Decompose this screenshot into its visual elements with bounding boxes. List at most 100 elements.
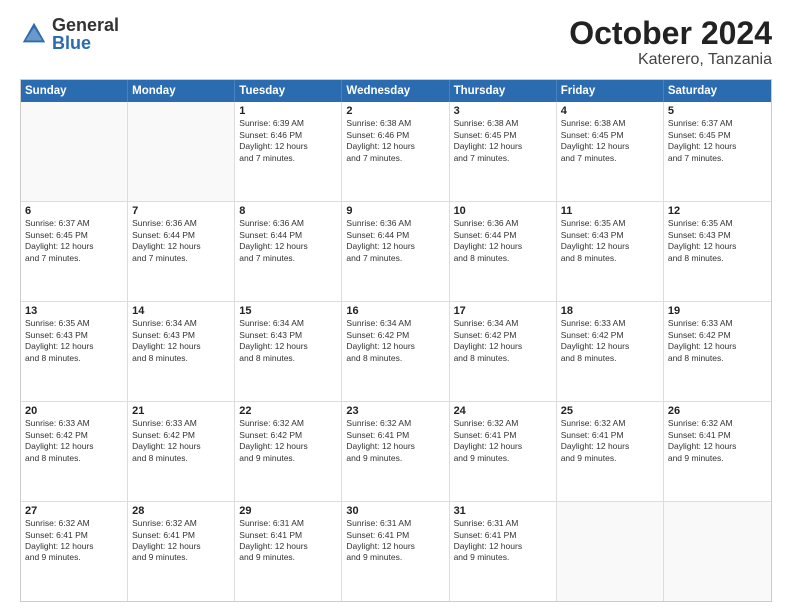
day-info: Sunrise: 6:32 AM Sunset: 6:41 PM Dayligh… [454,418,552,464]
day-cell-24: 24Sunrise: 6:32 AM Sunset: 6:41 PM Dayli… [450,402,557,501]
day-cell-30: 30Sunrise: 6:31 AM Sunset: 6:41 PM Dayli… [342,502,449,601]
day-info: Sunrise: 6:32 AM Sunset: 6:41 PM Dayligh… [132,518,230,564]
calendar-row-2: 6Sunrise: 6:37 AM Sunset: 6:45 PM Daylig… [21,202,771,302]
day-number: 19 [668,305,767,317]
day-cell-23: 23Sunrise: 6:32 AM Sunset: 6:41 PM Dayli… [342,402,449,501]
day-info: Sunrise: 6:36 AM Sunset: 6:44 PM Dayligh… [454,218,552,264]
day-number: 29 [239,505,337,517]
title-block: October 2024 Katerero, Tanzania [569,16,772,69]
day-info: Sunrise: 6:36 AM Sunset: 6:44 PM Dayligh… [132,218,230,264]
day-cell-6: 6Sunrise: 6:37 AM Sunset: 6:45 PM Daylig… [21,202,128,301]
header-day-thursday: Thursday [450,80,557,102]
day-info: Sunrise: 6:37 AM Sunset: 6:45 PM Dayligh… [25,218,123,264]
month-title: October 2024 [569,16,772,51]
day-number: 25 [561,405,659,417]
day-cell-11: 11Sunrise: 6:35 AM Sunset: 6:43 PM Dayli… [557,202,664,301]
day-number: 12 [668,205,767,217]
logo-general-text: General [52,16,119,34]
day-number: 2 [346,105,444,117]
day-number: 14 [132,305,230,317]
day-info: Sunrise: 6:34 AM Sunset: 6:43 PM Dayligh… [239,318,337,364]
day-cell-5: 5Sunrise: 6:37 AM Sunset: 6:45 PM Daylig… [664,102,771,201]
day-number: 3 [454,105,552,117]
day-number: 27 [25,505,123,517]
day-info: Sunrise: 6:32 AM Sunset: 6:41 PM Dayligh… [25,518,123,564]
day-info: Sunrise: 6:39 AM Sunset: 6:46 PM Dayligh… [239,118,337,164]
logo-blue-text: Blue [52,34,119,52]
header-day-monday: Monday [128,80,235,102]
header-day-sunday: Sunday [21,80,128,102]
empty-cell [557,502,664,601]
day-info: Sunrise: 6:32 AM Sunset: 6:42 PM Dayligh… [239,418,337,464]
logo-icon [20,20,48,48]
calendar-row-3: 13Sunrise: 6:35 AM Sunset: 6:43 PM Dayli… [21,302,771,402]
day-info: Sunrise: 6:33 AM Sunset: 6:42 PM Dayligh… [561,318,659,364]
day-cell-3: 3Sunrise: 6:38 AM Sunset: 6:45 PM Daylig… [450,102,557,201]
day-cell-22: 22Sunrise: 6:32 AM Sunset: 6:42 PM Dayli… [235,402,342,501]
calendar-row-4: 20Sunrise: 6:33 AM Sunset: 6:42 PM Dayli… [21,402,771,502]
day-cell-7: 7Sunrise: 6:36 AM Sunset: 6:44 PM Daylig… [128,202,235,301]
day-number: 31 [454,505,552,517]
day-number: 16 [346,305,444,317]
day-number: 5 [668,105,767,117]
day-info: Sunrise: 6:35 AM Sunset: 6:43 PM Dayligh… [561,218,659,264]
logo-text: General Blue [52,16,119,52]
calendar-row-1: 1Sunrise: 6:39 AM Sunset: 6:46 PM Daylig… [21,102,771,202]
day-info: Sunrise: 6:31 AM Sunset: 6:41 PM Dayligh… [346,518,444,564]
day-cell-21: 21Sunrise: 6:33 AM Sunset: 6:42 PM Dayli… [128,402,235,501]
day-number: 28 [132,505,230,517]
day-cell-8: 8Sunrise: 6:36 AM Sunset: 6:44 PM Daylig… [235,202,342,301]
day-info: Sunrise: 6:34 AM Sunset: 6:43 PM Dayligh… [132,318,230,364]
day-cell-10: 10Sunrise: 6:36 AM Sunset: 6:44 PM Dayli… [450,202,557,301]
day-number: 17 [454,305,552,317]
day-cell-2: 2Sunrise: 6:38 AM Sunset: 6:46 PM Daylig… [342,102,449,201]
day-info: Sunrise: 6:38 AM Sunset: 6:45 PM Dayligh… [561,118,659,164]
day-number: 11 [561,205,659,217]
empty-cell [128,102,235,201]
day-info: Sunrise: 6:31 AM Sunset: 6:41 PM Dayligh… [239,518,337,564]
day-cell-17: 17Sunrise: 6:34 AM Sunset: 6:42 PM Dayli… [450,302,557,401]
day-number: 4 [561,105,659,117]
day-info: Sunrise: 6:38 AM Sunset: 6:46 PM Dayligh… [346,118,444,164]
day-number: 9 [346,205,444,217]
day-cell-9: 9Sunrise: 6:36 AM Sunset: 6:44 PM Daylig… [342,202,449,301]
day-info: Sunrise: 6:35 AM Sunset: 6:43 PM Dayligh… [668,218,767,264]
day-number: 7 [132,205,230,217]
day-cell-25: 25Sunrise: 6:32 AM Sunset: 6:41 PM Dayli… [557,402,664,501]
day-cell-12: 12Sunrise: 6:35 AM Sunset: 6:43 PM Dayli… [664,202,771,301]
day-info: Sunrise: 6:31 AM Sunset: 6:41 PM Dayligh… [454,518,552,564]
logo: General Blue [20,16,119,52]
day-number: 15 [239,305,337,317]
header: General Blue October 2024 Katerero, Tanz… [20,16,772,69]
day-number: 1 [239,105,337,117]
day-number: 23 [346,405,444,417]
location-title: Katerero, Tanzania [569,51,772,69]
day-info: Sunrise: 6:35 AM Sunset: 6:43 PM Dayligh… [25,318,123,364]
day-cell-28: 28Sunrise: 6:32 AM Sunset: 6:41 PM Dayli… [128,502,235,601]
day-info: Sunrise: 6:33 AM Sunset: 6:42 PM Dayligh… [668,318,767,364]
day-number: 10 [454,205,552,217]
day-cell-31: 31Sunrise: 6:31 AM Sunset: 6:41 PM Dayli… [450,502,557,601]
day-number: 21 [132,405,230,417]
day-number: 30 [346,505,444,517]
day-cell-16: 16Sunrise: 6:34 AM Sunset: 6:42 PM Dayli… [342,302,449,401]
day-number: 20 [25,405,123,417]
header-day-saturday: Saturday [664,80,771,102]
calendar-header: SundayMondayTuesdayWednesdayThursdayFrid… [21,80,771,102]
day-info: Sunrise: 6:32 AM Sunset: 6:41 PM Dayligh… [668,418,767,464]
calendar-body: 1Sunrise: 6:39 AM Sunset: 6:46 PM Daylig… [21,102,771,601]
day-cell-19: 19Sunrise: 6:33 AM Sunset: 6:42 PM Dayli… [664,302,771,401]
day-info: Sunrise: 6:34 AM Sunset: 6:42 PM Dayligh… [454,318,552,364]
day-number: 26 [668,405,767,417]
day-cell-29: 29Sunrise: 6:31 AM Sunset: 6:41 PM Dayli… [235,502,342,601]
calendar: SundayMondayTuesdayWednesdayThursdayFrid… [20,79,772,602]
day-number: 22 [239,405,337,417]
day-number: 24 [454,405,552,417]
day-number: 13 [25,305,123,317]
day-info: Sunrise: 6:34 AM Sunset: 6:42 PM Dayligh… [346,318,444,364]
day-cell-14: 14Sunrise: 6:34 AM Sunset: 6:43 PM Dayli… [128,302,235,401]
day-cell-13: 13Sunrise: 6:35 AM Sunset: 6:43 PM Dayli… [21,302,128,401]
day-info: Sunrise: 6:32 AM Sunset: 6:41 PM Dayligh… [346,418,444,464]
day-cell-18: 18Sunrise: 6:33 AM Sunset: 6:42 PM Dayli… [557,302,664,401]
calendar-row-5: 27Sunrise: 6:32 AM Sunset: 6:41 PM Dayli… [21,502,771,601]
